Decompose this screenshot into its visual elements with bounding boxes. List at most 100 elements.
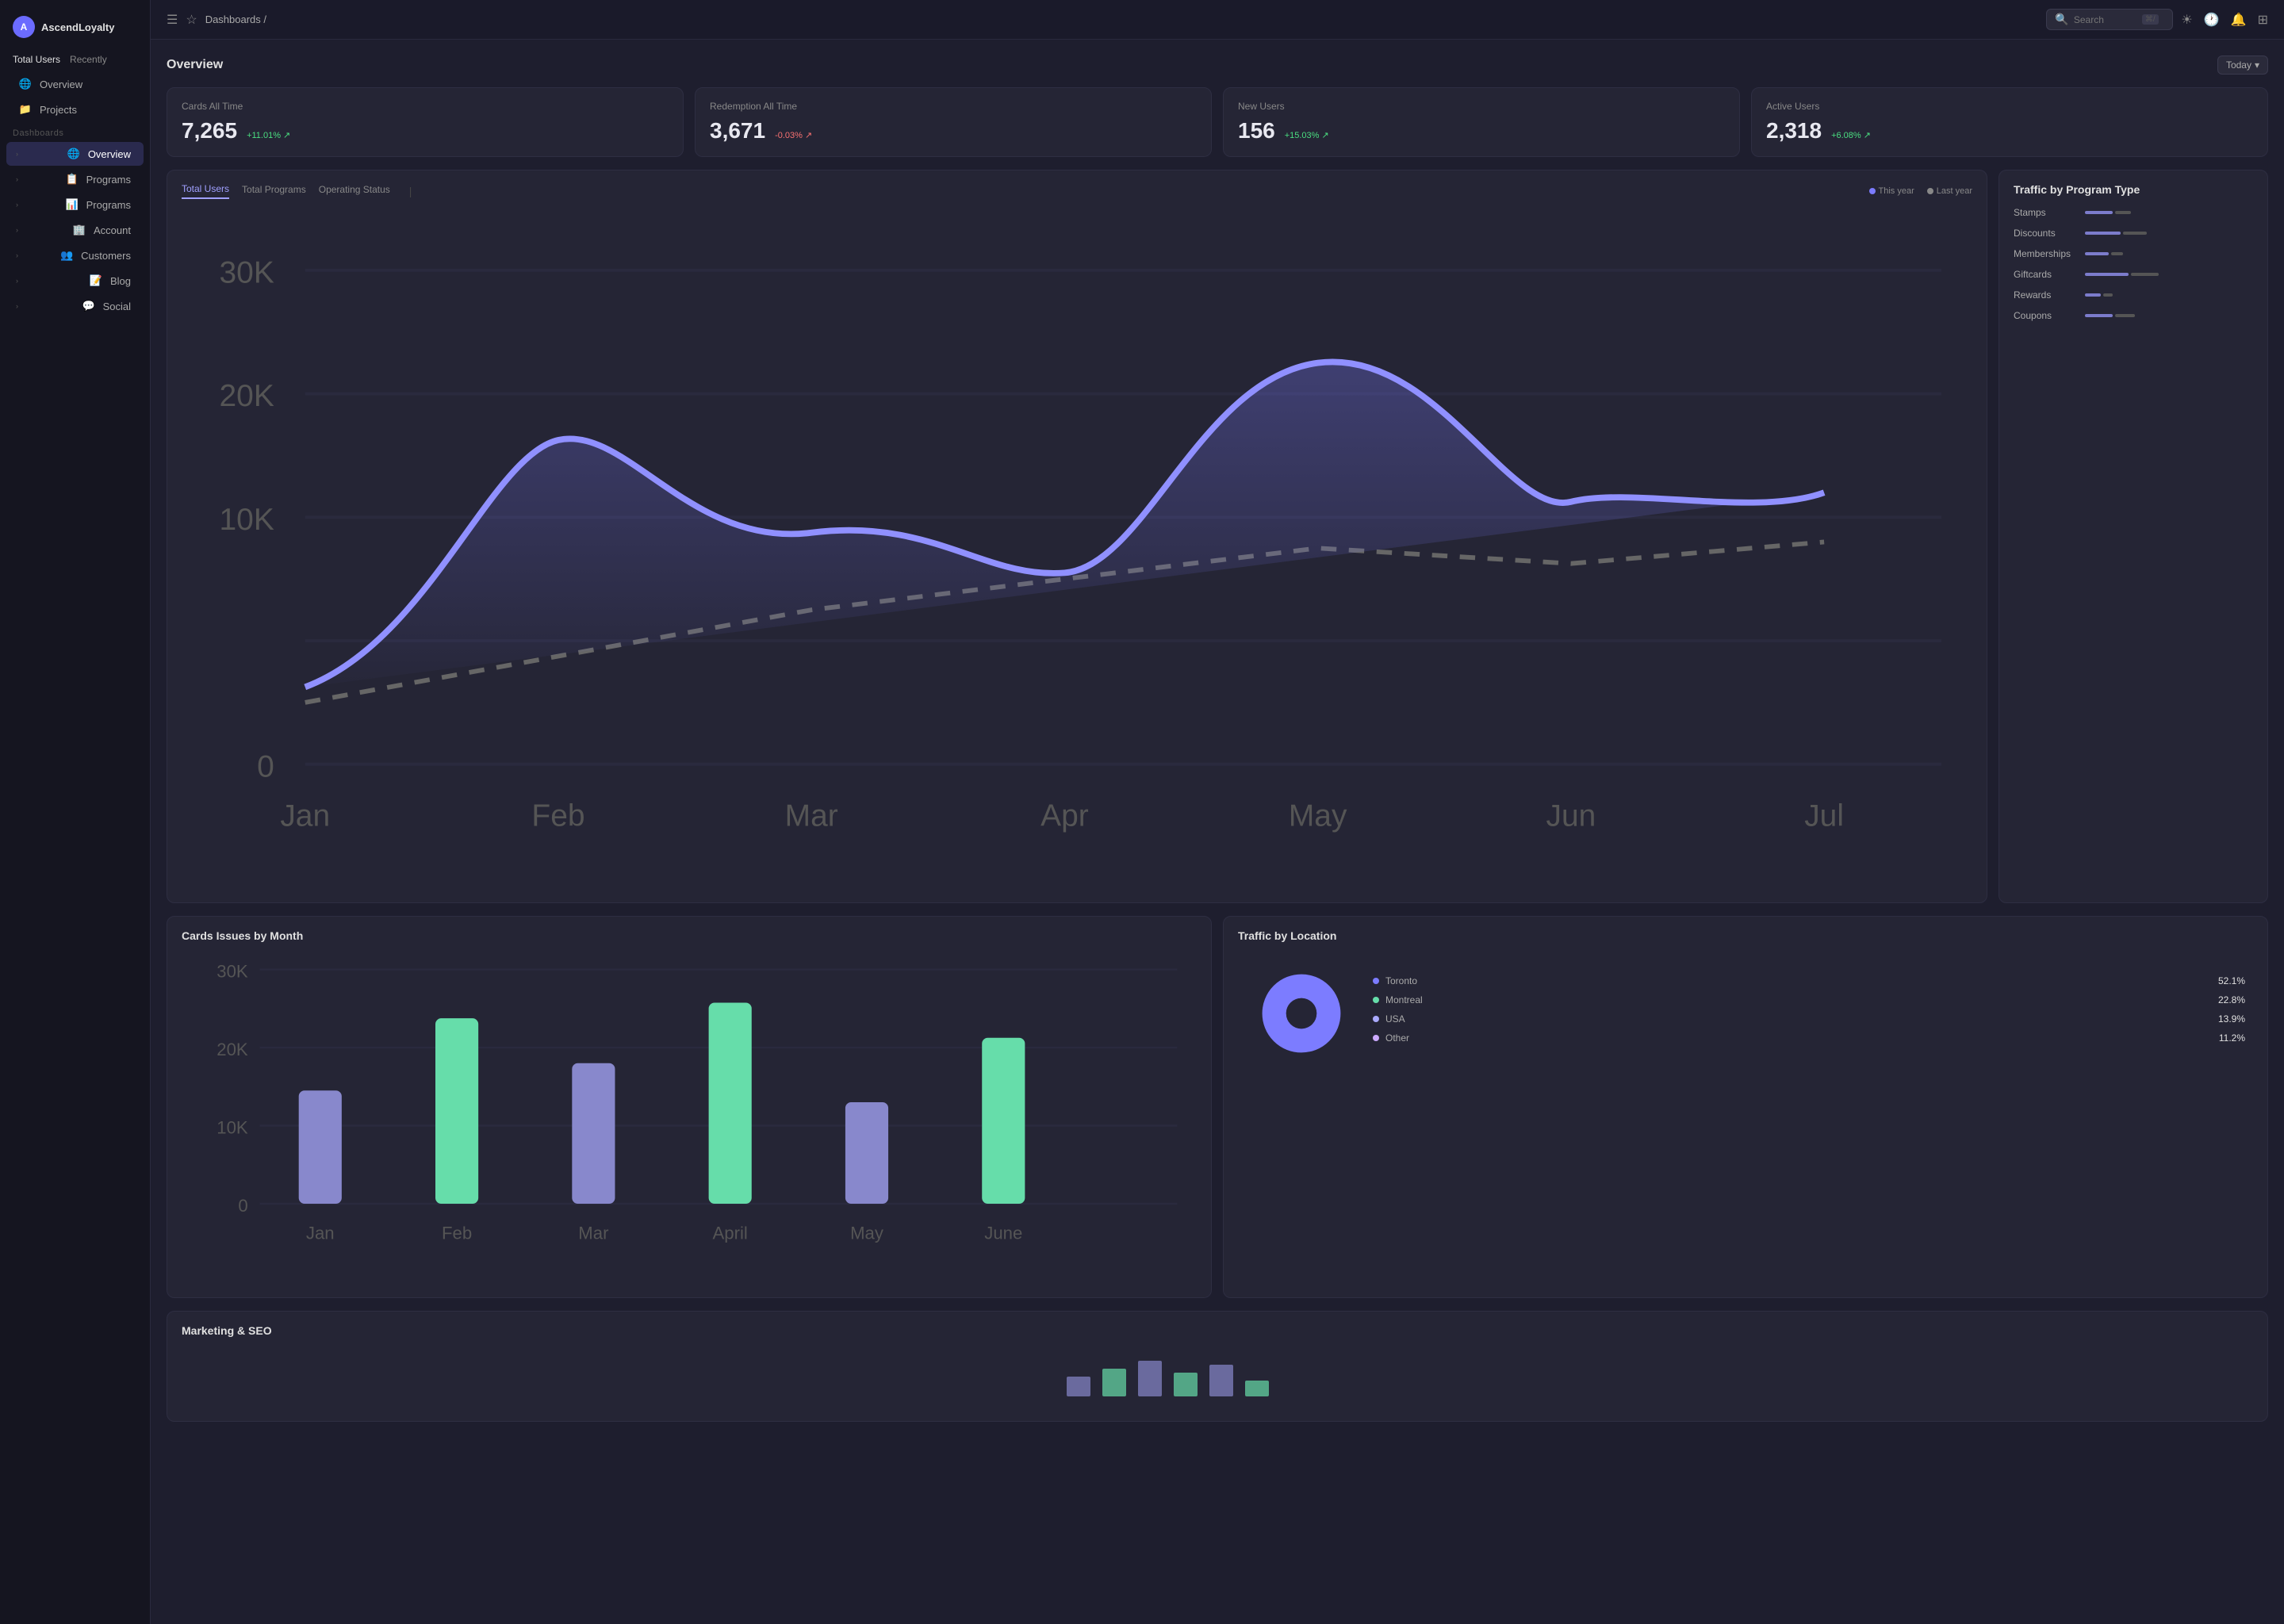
search-box[interactable]: 🔍 ⌘/ [2046, 9, 2173, 30]
stat-card-cards-all-time: Cards All Time 7,265 +11.01% ↗ [167, 87, 684, 157]
traffic-bar [2085, 232, 2121, 235]
stat-label: Redemption All Time [710, 101, 1197, 112]
history-icon[interactable]: 🕐 [2204, 12, 2220, 28]
chart-legend: This year Last year [1869, 186, 1973, 196]
bar [435, 1019, 478, 1205]
layout-icon[interactable]: ⊞ [2258, 12, 2268, 28]
svg-text:Feb: Feb [531, 799, 584, 833]
svg-text:20K: 20K [220, 379, 274, 413]
tab-total-programs[interactable]: Total Programs [242, 184, 306, 198]
tab-total-users[interactable]: Total Users [182, 183, 229, 199]
stat-card-redemption: Redemption All Time 3,671 -0.03% ↗ [695, 87, 1212, 157]
traffic-bar [2085, 314, 2113, 317]
donut-dot [1373, 997, 1379, 1003]
svg-text:April: April [713, 1224, 748, 1243]
line-chart-card: Total Users Total Programs Operating Sta… [167, 170, 1987, 903]
account-icon: 🏢 [73, 224, 86, 236]
traffic-label: Coupons [2014, 310, 2077, 321]
blog-icon: 📝 [90, 274, 102, 287]
overview-dash-icon: 🌐 [67, 147, 80, 160]
sidebar-item-overview-top[interactable]: 🌐 Overview [6, 72, 144, 96]
stat-card-active-users: Active Users 2,318 +6.08% ↗ [1751, 87, 2268, 157]
sidebar-item-social[interactable]: › 💬 Social [6, 294, 144, 318]
svg-text:30K: 30K [217, 962, 248, 982]
sidebar-item-label: Projects [40, 104, 77, 116]
app-name: AscendLoyalty [41, 21, 114, 33]
legend-other: Other 11.2% [1373, 1032, 2245, 1044]
traffic-row-discounts: Discounts [2014, 228, 2253, 239]
theme-icon[interactable]: ☀ [2181, 12, 2192, 28]
sidebar-item-label: Social [103, 301, 131, 312]
svg-text:Mar: Mar [578, 1224, 608, 1243]
star-icon[interactable]: ☆ [186, 12, 197, 28]
stat-value: 2,318 [1766, 118, 1822, 144]
sidebar-item-label: Customers [81, 250, 131, 262]
marketing-title: Marketing & SEO [182, 1324, 272, 1337]
bar-chart-card: Cards Issues by Month 30K 20K 10K 0 [167, 916, 1212, 1297]
sidebar-item-label: Overview [88, 148, 131, 160]
legend-dot [1869, 188, 1876, 194]
donut-dot [1373, 978, 1379, 984]
nav-recently[interactable]: Recently [70, 54, 107, 65]
sidebar-item-programs1[interactable]: › 📋 Programs [6, 167, 144, 191]
legend-toronto: Toronto 52.1% [1373, 975, 2245, 986]
traffic-bar [2131, 273, 2159, 276]
search-input[interactable] [2074, 14, 2137, 25]
app-logo[interactable]: A AscendLoyalty [0, 10, 150, 51]
stat-label: Active Users [1766, 101, 2253, 112]
bar-chart-svg: 30K 20K 10K 0 J [182, 950, 1197, 1281]
chevron-icon: › [16, 150, 18, 158]
traffic-bar [2085, 273, 2129, 276]
sidebar-item-projects[interactable]: 📁 Projects [6, 98, 144, 121]
sidebar-nav-header: Total Users Recently [0, 51, 150, 71]
traffic-label: Rewards [2014, 289, 2077, 301]
svg-text:May: May [850, 1224, 884, 1243]
sidebar-item-label: Programs [86, 174, 131, 186]
dashboards-label: Dashboards [0, 122, 150, 141]
sidebar-item-label: Account [94, 224, 131, 236]
sidebar-item-blog[interactable]: › 📝 Blog [6, 269, 144, 293]
stat-label: New Users [1238, 101, 1725, 112]
donut-dot [1373, 1016, 1379, 1022]
traffic-bar [2115, 314, 2135, 317]
svg-text:Feb: Feb [442, 1224, 472, 1243]
traffic-card: Traffic by Program Type Stamps Discounts [1998, 170, 2268, 903]
svg-text:20K: 20K [217, 1040, 248, 1059]
traffic-bars [2085, 252, 2253, 255]
nav-favorites[interactable]: Total Users [13, 54, 60, 65]
sidebar-toggle-icon[interactable]: ☰ [167, 12, 178, 28]
sidebar-item-label: Programs [86, 199, 131, 211]
svg-text:Jul: Jul [1804, 799, 1844, 833]
social-icon: 💬 [82, 300, 95, 312]
stat-card-new-users: New Users 156 +15.03% ↗ [1223, 87, 1740, 157]
sidebar-item-overview[interactable]: › 🌐 Overview [6, 142, 144, 166]
legend-last-year: Last year [1927, 186, 1972, 196]
svg-text:Jan: Jan [280, 799, 330, 833]
traffic-bar [2111, 252, 2123, 255]
period-selector[interactable]: Today ▾ [2217, 56, 2268, 75]
stat-change: +11.01% ↗ [247, 130, 290, 140]
sidebar-item-account[interactable]: › 🏢 Account [6, 218, 144, 242]
legend-usa: USA 13.9% [1373, 1013, 2245, 1025]
sidebar: A AscendLoyalty Total Users Recently 🌐 O… [0, 0, 151, 1624]
marketing-card: Marketing & SEO [167, 1311, 2268, 1422]
traffic-row-stamps: Stamps [2014, 207, 2253, 218]
chevron-icon: › [16, 251, 18, 259]
overview-header: Overview Today ▾ [167, 56, 2268, 75]
donut-legend: Toronto 52.1% Montreal 22.8% [1373, 975, 2245, 1051]
logo-icon: A [13, 16, 35, 38]
traffic-label: Stamps [2014, 207, 2077, 218]
traffic-bar [2085, 252, 2109, 255]
sidebar-item-programs2[interactable]: › 📊 Programs [6, 193, 144, 216]
svg-text:May: May [1289, 799, 1347, 833]
svg-text:Mar: Mar [785, 799, 838, 833]
svg-text:10K: 10K [217, 1118, 248, 1138]
charts-row-1: Total Users Total Programs Operating Sta… [167, 170, 2268, 903]
sidebar-item-customers[interactable]: › 👥 Customers [6, 243, 144, 267]
bar [572, 1063, 615, 1204]
notification-icon[interactable]: 🔔 [2231, 12, 2247, 28]
stat-value: 3,671 [710, 118, 765, 144]
topbar: ☰ ☆ Dashboards / 🔍 ⌘/ ☀ 🕐 🔔 ⊞ [151, 0, 2284, 40]
projects-icon: 📁 [19, 103, 32, 116]
tab-operating-status[interactable]: Operating Status [319, 184, 390, 198]
